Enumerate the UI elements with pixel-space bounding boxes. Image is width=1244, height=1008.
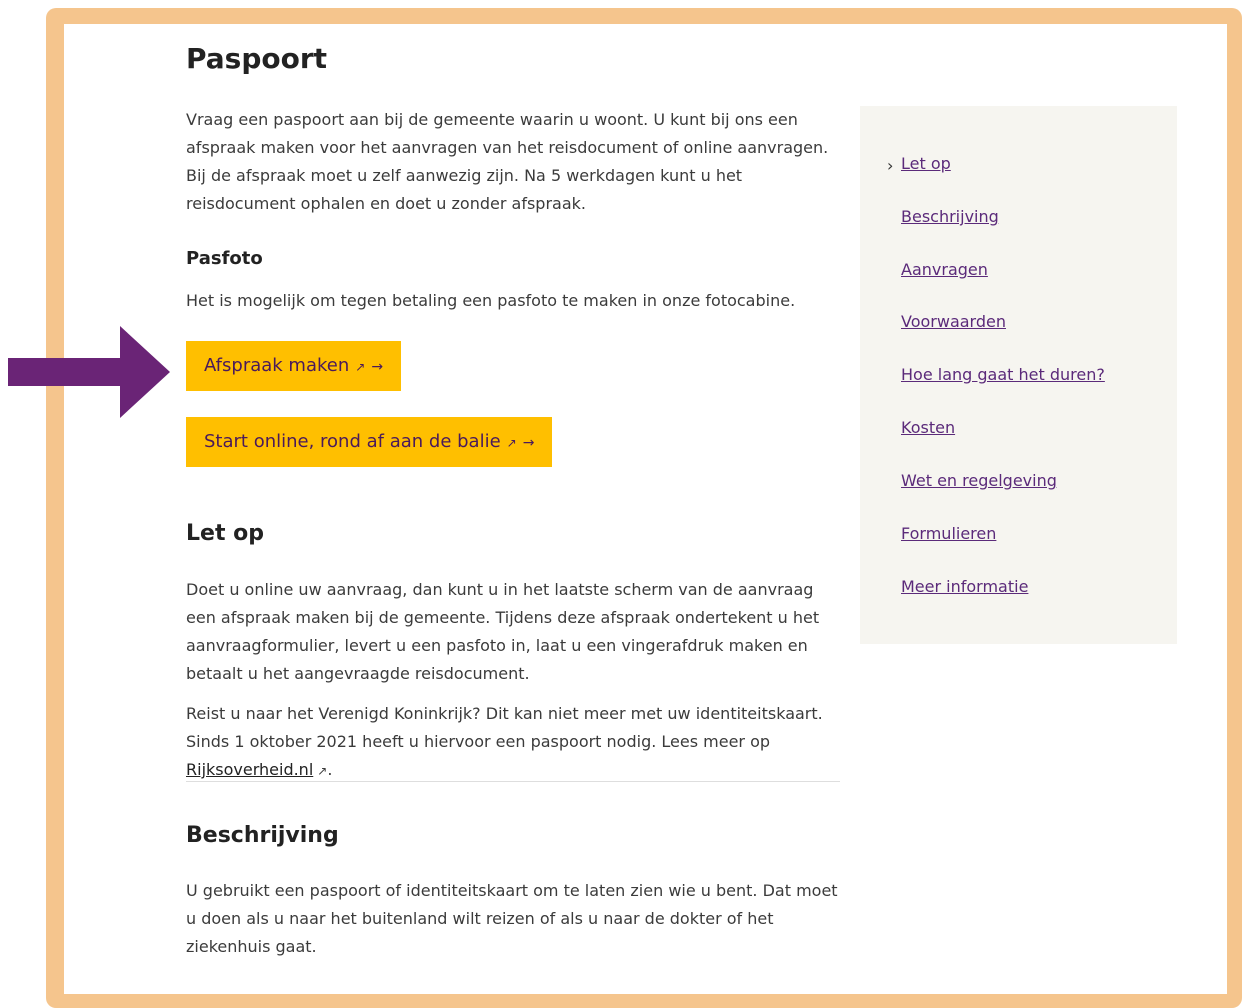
nav-item-meer-informatie[interactable]: Meer informatie — [901, 577, 1028, 596]
page-panel: Paspoort Vraag een paspoort aan bij de g… — [64, 24, 1227, 994]
arrow-right-icon: → — [371, 359, 384, 375]
page-title: Paspoort — [186, 42, 328, 75]
pasfoto-text: Het is mogelijk om tegen betaling een pa… — [186, 291, 796, 310]
section-divider — [186, 781, 840, 782]
external-link-icon: ↗︎ — [355, 360, 366, 374]
start-online-label: Start online, rond af aan de balie — [204, 431, 501, 452]
afspraak-maken-button[interactable]: Afspraak maken ↗︎ → — [186, 341, 402, 391]
pointer-arrow-icon — [8, 326, 170, 418]
nav-item-hoe-lang[interactable]: Hoe lang gaat het duren? — [901, 365, 1105, 384]
chevron-right-icon: › — [887, 156, 894, 175]
let-op-paragraph-2-end: . — [327, 760, 333, 779]
on-this-page-nav: › Let op Beschrijving Aanvragen Voorwaar… — [860, 106, 1177, 644]
nav-item-let-op[interactable]: Let op — [901, 154, 951, 173]
arrow-right-icon: → — [522, 435, 535, 451]
let-op-paragraph-2: Reist u naar het Verenigd Koninkrijk? Di… — [186, 700, 840, 785]
let-op-paragraph-2-text: Reist u naar het Verenigd Koninkrijk? Di… — [186, 704, 823, 751]
external-link-icon: ↗︎ — [317, 764, 328, 778]
rijksoverheid-link[interactable]: Rijksoverheid.nl — [186, 760, 313, 779]
intro-text: Vraag een paspoort aan bij de gemeente w… — [186, 110, 829, 213]
let-op-paragraph-1: Doet u online uw aanvraag, dan kunt u in… — [186, 580, 820, 683]
start-online-button[interactable]: Start online, rond af aan de balie ↗︎ → — [186, 417, 553, 467]
nav-item-wet-en-regelgeving[interactable]: Wet en regelgeving — [901, 471, 1057, 490]
nav-item-beschrijving[interactable]: Beschrijving — [901, 207, 999, 226]
let-op-heading: Let op — [186, 521, 264, 546]
external-link-icon: ↗︎ — [506, 436, 517, 450]
pasfoto-heading: Pasfoto — [186, 248, 263, 269]
nav-item-kosten[interactable]: Kosten — [901, 418, 955, 437]
nav-item-aanvragen[interactable]: Aanvragen — [901, 260, 988, 279]
beschrijving-text: U gebruikt een paspoort of identiteitska… — [186, 881, 838, 956]
nav-item-voorwaarden[interactable]: Voorwaarden — [901, 312, 1006, 331]
nav-item-formulieren[interactable]: Formulieren — [901, 524, 996, 543]
beschrijving-heading: Beschrijving — [186, 823, 339, 848]
afspraak-maken-label: Afspraak maken — [204, 355, 350, 376]
